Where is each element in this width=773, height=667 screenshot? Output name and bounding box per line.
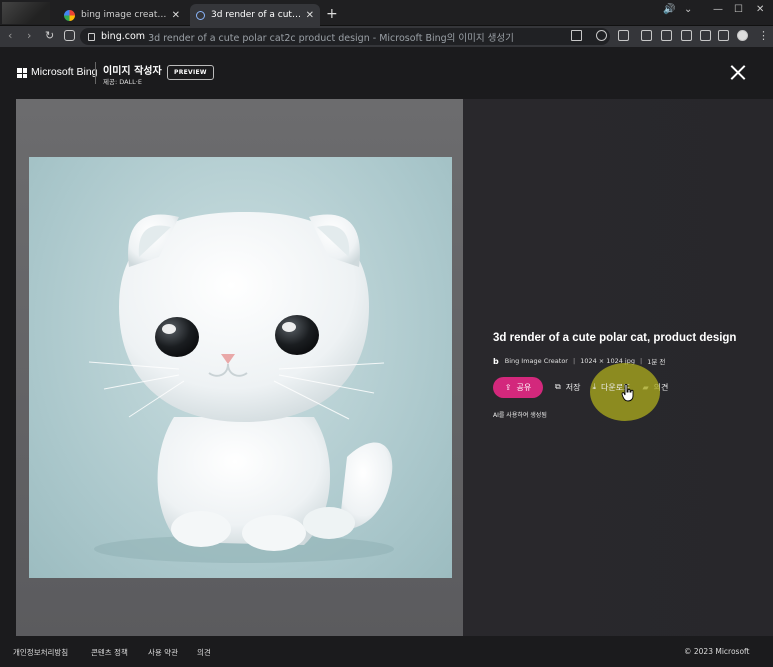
screenshot-icon[interactable]	[700, 30, 711, 41]
meta-separator: |	[572, 357, 576, 365]
window-close-button[interactable]: ✕	[756, 4, 764, 15]
reload-icon[interactable]: ↻	[45, 29, 54, 42]
share-icon: ⇪	[504, 382, 512, 392]
window-corner-graphic	[2, 2, 50, 24]
bing-logo-icon: b	[493, 356, 499, 366]
share-label: 공유	[516, 382, 532, 392]
download-toolbar-icon[interactable]	[661, 30, 672, 41]
footer-copyright: © 2023 Microsoft	[684, 647, 750, 656]
image-panel	[16, 99, 463, 636]
home-icon[interactable]	[64, 30, 75, 41]
tab-google-search[interactable]: bing image creator - Google ✕	[58, 4, 186, 26]
image-info-panel: 3d render of a cute polar cat, product d…	[493, 332, 763, 421]
minimize-button[interactable]: —	[713, 4, 723, 15]
url-host: bing.com	[101, 31, 146, 42]
new-tab-button[interactable]: +	[326, 6, 338, 22]
bing-header: Microsoft Bing 이미지 작성자 제공: DALL·E PREVIE…	[0, 47, 773, 99]
tab-title: bing image creator - Google	[81, 10, 168, 20]
footer-link-terms[interactable]: 사용 약관	[148, 647, 178, 658]
download-icon: ⤓	[592, 382, 596, 391]
media-icon[interactable]	[681, 30, 692, 41]
image-actions: ⇪ 공유 ⧉ 저장 ⤓ 다운로드 ▰ 의견	[493, 363, 763, 421]
microsoft-logo-icon	[17, 68, 27, 78]
back-icon[interactable]: ‹	[8, 29, 12, 42]
meta-separator: |	[639, 357, 643, 365]
product-title[interactable]: 이미지 작성자	[103, 62, 162, 77]
tab-title: 3d render of a cute polar cat	[211, 10, 302, 20]
brand-name[interactable]: Microsoft Bing	[31, 66, 98, 78]
sidebar-icon[interactable]	[718, 30, 729, 41]
tab-close-icon[interactable]: ✕	[306, 10, 314, 21]
bookmark-star-icon[interactable]	[596, 30, 607, 41]
address-toolbar: ‹ › ↻ bing.com 3d render of a cute polar…	[0, 26, 773, 47]
browser-titlebar: bing image creator - Google ✕ 3d render …	[0, 0, 773, 26]
footer-link-content-policy[interactable]: 콘텐츠 정책	[91, 647, 128, 658]
collection-icon: ⧉	[555, 382, 561, 391]
footer-link-privacy[interactable]: 개인정보처리방침	[13, 647, 68, 658]
sound-icon[interactable]: 🔊	[663, 4, 675, 15]
tab-close-icon[interactable]: ✕	[172, 10, 180, 21]
extensions-icon[interactable]	[618, 30, 629, 41]
generated-image[interactable]	[29, 157, 452, 578]
url-path: 3d render of a cute polar cat2c product …	[148, 32, 514, 44]
share-page-icon[interactable]	[571, 30, 582, 41]
url-bar[interactable]: bing.com 3d render of a cute polar cat2c…	[80, 28, 610, 45]
google-favicon-icon	[64, 9, 75, 21]
forward-icon[interactable]: ›	[27, 29, 31, 42]
footer: 개인정보처리방침 콘텐츠 정책 사용 약관 의견 © 2023 Microsof…	[0, 636, 773, 667]
footer-link-feedback[interactable]: 의견	[197, 647, 211, 658]
menu-kebab-icon[interactable]: ⋮	[758, 29, 769, 42]
product-subtitle: 제공: DALL·E	[103, 78, 142, 86]
tab-search-icon[interactable]: ⌄	[684, 4, 692, 15]
profile-avatar-icon[interactable]	[737, 30, 748, 41]
image-title: 3d render of a cute polar cat, product d…	[493, 332, 737, 344]
hand-pointer-icon	[621, 384, 634, 402]
save-button[interactable]: ⧉ 저장	[555, 382, 580, 393]
close-icon[interactable]	[728, 63, 748, 83]
reading-list-icon[interactable]	[641, 30, 652, 41]
polar-cat-illustration	[88, 212, 394, 563]
save-label: 저장	[565, 382, 581, 392]
image-source: Bing Image Creator	[504, 357, 568, 365]
image-age: 1분 전	[647, 358, 666, 366]
share-button[interactable]: ⇪ 공유	[493, 376, 543, 398]
maximize-button[interactable]: ☐	[734, 4, 743, 15]
header-divider	[95, 62, 96, 84]
preview-badge: PREVIEW	[167, 65, 214, 80]
search-favicon-icon	[196, 10, 205, 20]
lock-icon	[88, 32, 95, 41]
tab-bing-image[interactable]: 3d render of a cute polar cat ✕	[190, 4, 320, 26]
image-detail-view: 3d render of a cute polar cat, product d…	[16, 99, 773, 636]
